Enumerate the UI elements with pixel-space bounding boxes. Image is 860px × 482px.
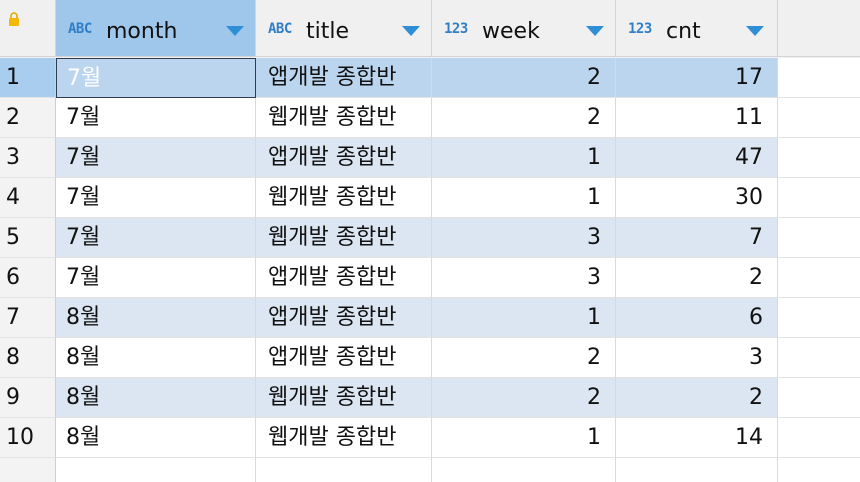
cell-title[interactable]: 웹개발 종합반 [256, 378, 432, 418]
row-number[interactable]: 3 [0, 138, 56, 178]
column-header-row: ABC month ABC title 123 week 123 cnt [0, 0, 860, 58]
cell-title[interactable]: 웹개발 종합반 [256, 98, 432, 138]
cell-blank [778, 178, 860, 218]
chevron-down-icon[interactable] [402, 26, 420, 36]
column-header-blank [778, 0, 860, 57]
text-type-icon: ABC [68, 21, 92, 37]
cell-cnt[interactable]: 17 [616, 58, 778, 98]
cell-title[interactable]: 웹개발 종합반 [256, 218, 432, 258]
table-row[interactable]: 10 8월 웹개발 종합반 1 14 [0, 418, 860, 458]
cell-week[interactable]: 3 [432, 218, 616, 258]
table-row[interactable]: 2 7월 웹개발 종합반 2 11 [0, 98, 860, 138]
row-number[interactable]: 10 [0, 418, 56, 458]
cell-blank [778, 218, 860, 258]
cell-month[interactable]: 8월 [56, 378, 256, 418]
cell-month[interactable]: 7월 [56, 138, 256, 178]
cell-week[interactable]: 1 [432, 138, 616, 178]
cell-month[interactable]: 7월 [56, 98, 256, 138]
cell-month[interactable]: 8월 [56, 298, 256, 338]
table-row[interactable]: 6 7월 앱개발 종합반 3 2 [0, 258, 860, 298]
cell-title[interactable]: 앱개발 종합반 [256, 258, 432, 298]
cell-title[interactable]: 앱개발 종합반 [256, 298, 432, 338]
number-type-icon: 123 [628, 21, 652, 37]
result-grid: ABC month ABC title 123 week 123 cnt 1 7… [0, 0, 860, 482]
cell-cnt[interactable]: 14 [616, 418, 778, 458]
cell-title[interactable]: 웹개발 종합반 [256, 178, 432, 218]
cell-title[interactable]: 앱개발 종합반 [256, 138, 432, 178]
cell-week[interactable]: 2 [432, 378, 616, 418]
cell-empty [56, 458, 256, 482]
cell-title[interactable]: 앱개발 종합반 [256, 58, 432, 98]
cell-month[interactable]: 7월 [56, 178, 256, 218]
cell-title[interactable]: 앱개발 종합반 [256, 338, 432, 378]
lock-icon [9, 12, 19, 26]
grid-corner[interactable] [0, 0, 56, 57]
cell-cnt[interactable]: 7 [616, 218, 778, 258]
row-number[interactable]: 6 [0, 258, 56, 298]
table-row[interactable]: 9 8월 웹개발 종합반 2 2 [0, 378, 860, 418]
row-number[interactable]: 7 [0, 298, 56, 338]
cell-empty [256, 458, 432, 482]
cell-month[interactable]: 7월 [56, 218, 256, 258]
empty-row [0, 458, 860, 482]
cell-cnt[interactable]: 30 [616, 178, 778, 218]
cell-blank [778, 98, 860, 138]
cell-week[interactable]: 1 [432, 298, 616, 338]
column-header-label: week [482, 19, 540, 44]
cell-week[interactable]: 3 [432, 258, 616, 298]
cell-month[interactable]: 8월 [56, 418, 256, 458]
chevron-down-icon[interactable] [226, 26, 244, 36]
cell-month[interactable]: 8월 [56, 338, 256, 378]
cell-blank [778, 418, 860, 458]
column-header-title[interactable]: ABC title [256, 0, 432, 57]
table-row[interactable]: 3 7월 앱개발 종합반 1 47 [0, 138, 860, 178]
column-header-week[interactable]: 123 week [432, 0, 616, 57]
cell-cnt[interactable]: 3 [616, 338, 778, 378]
column-header-month[interactable]: ABC month [56, 0, 256, 57]
cell-empty [432, 458, 616, 482]
cell-title[interactable]: 웹개발 종합반 [256, 418, 432, 458]
chevron-down-icon[interactable] [746, 26, 764, 36]
cell-blank [778, 258, 860, 298]
table-row[interactable]: 8 8월 앱개발 종합반 2 3 [0, 338, 860, 378]
cell-cnt[interactable]: 6 [616, 298, 778, 338]
column-header-label: cnt [666, 19, 701, 44]
row-number[interactable]: 2 [0, 98, 56, 138]
cell-empty [616, 458, 778, 482]
column-header-cnt[interactable]: 123 cnt [616, 0, 778, 57]
cell-cnt[interactable]: 47 [616, 138, 778, 178]
row-number[interactable]: 1 [0, 58, 56, 98]
table-row[interactable]: 4 7월 웹개발 종합반 1 30 [0, 178, 860, 218]
table-row[interactable]: 7 8월 앱개발 종합반 1 6 [0, 298, 860, 338]
cell-week[interactable]: 2 [432, 58, 616, 98]
cell-cnt[interactable]: 2 [616, 378, 778, 418]
cell-blank [778, 58, 860, 98]
number-type-icon: 123 [444, 21, 468, 37]
cell-blank [778, 338, 860, 378]
cell-month[interactable]: 7월 [56, 58, 256, 98]
table-row[interactable]: 5 7월 웹개발 종합반 3 7 [0, 218, 860, 258]
cell-week[interactable]: 1 [432, 178, 616, 218]
cell-blank [778, 298, 860, 338]
row-number[interactable]: 8 [0, 338, 56, 378]
cell-blank [778, 378, 860, 418]
table-row[interactable]: 1 7월 앱개발 종합반 2 17 [0, 58, 860, 98]
cell-week[interactable]: 1 [432, 418, 616, 458]
cell-week[interactable]: 2 [432, 338, 616, 378]
cell-week[interactable]: 2 [432, 98, 616, 138]
cell-cnt[interactable]: 11 [616, 98, 778, 138]
column-header-label: title [306, 19, 350, 44]
text-type-icon: ABC [268, 21, 292, 37]
row-number[interactable]: 5 [0, 218, 56, 258]
row-number-empty [0, 458, 56, 482]
cell-month[interactable]: 7월 [56, 258, 256, 298]
row-number[interactable]: 4 [0, 178, 56, 218]
column-header-label: month [106, 19, 178, 44]
cell-cnt[interactable]: 2 [616, 258, 778, 298]
chevron-down-icon[interactable] [586, 26, 604, 36]
row-number[interactable]: 9 [0, 378, 56, 418]
cell-blank [778, 138, 860, 178]
